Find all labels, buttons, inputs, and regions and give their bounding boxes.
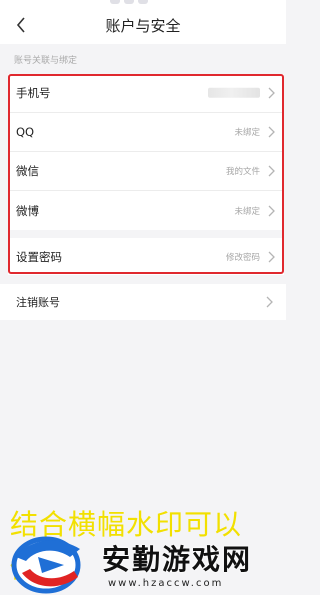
chevron-right-icon [266, 85, 276, 101]
chevron-right-icon [266, 163, 276, 179]
row-status: 修改密码 [225, 252, 260, 263]
brand-name: 安勤游戏网 [102, 543, 253, 576]
row-label: 微博 [16, 203, 39, 218]
row-label: 手机号 [16, 86, 51, 100]
row-status: 未绑定 [234, 206, 260, 217]
nav-bar: 账户与安全 [0, 6, 286, 44]
qq-row[interactable]: QQ 未绑定 [8, 113, 284, 152]
weibo-row[interactable]: 微博 未绑定 [8, 191, 284, 230]
row-label: 注销账号 [16, 296, 60, 309]
cancel-account-row[interactable]: 注销账号 [0, 284, 286, 320]
password-row[interactable]: 设置密码 修改密码 [8, 238, 284, 275]
page-title: 账户与安全 [105, 17, 181, 35]
row-label: 设置密码 [16, 249, 62, 264]
password-group: 设置密码 修改密码 [8, 238, 284, 275]
row-label: QQ [16, 125, 35, 139]
phone-number-masked [208, 87, 260, 99]
brand-url: www.hzaccw.com [108, 578, 224, 589]
row-status: 未绑定 [234, 128, 260, 138]
chevron-right-icon [266, 249, 276, 265]
chevron-right-icon [266, 124, 276, 140]
chevron-right-icon [266, 203, 276, 219]
status-indicators [110, 0, 148, 4]
site-logo [8, 527, 98, 595]
phone-row[interactable]: 手机号 [8, 74, 284, 113]
chevron-right-icon [264, 294, 274, 310]
wechat-row[interactable]: 微信 我的文件 [8, 152, 284, 191]
site-logo-icon [11, 536, 81, 594]
row-label: 微信 [16, 164, 39, 178]
section-header: 账号关联与绑定 [14, 56, 78, 66]
binding-list: 手机号 QQ 未绑定 微信 我的文件 微博 未绑定 [8, 74, 284, 230]
row-status: 我的文件 [225, 167, 260, 177]
